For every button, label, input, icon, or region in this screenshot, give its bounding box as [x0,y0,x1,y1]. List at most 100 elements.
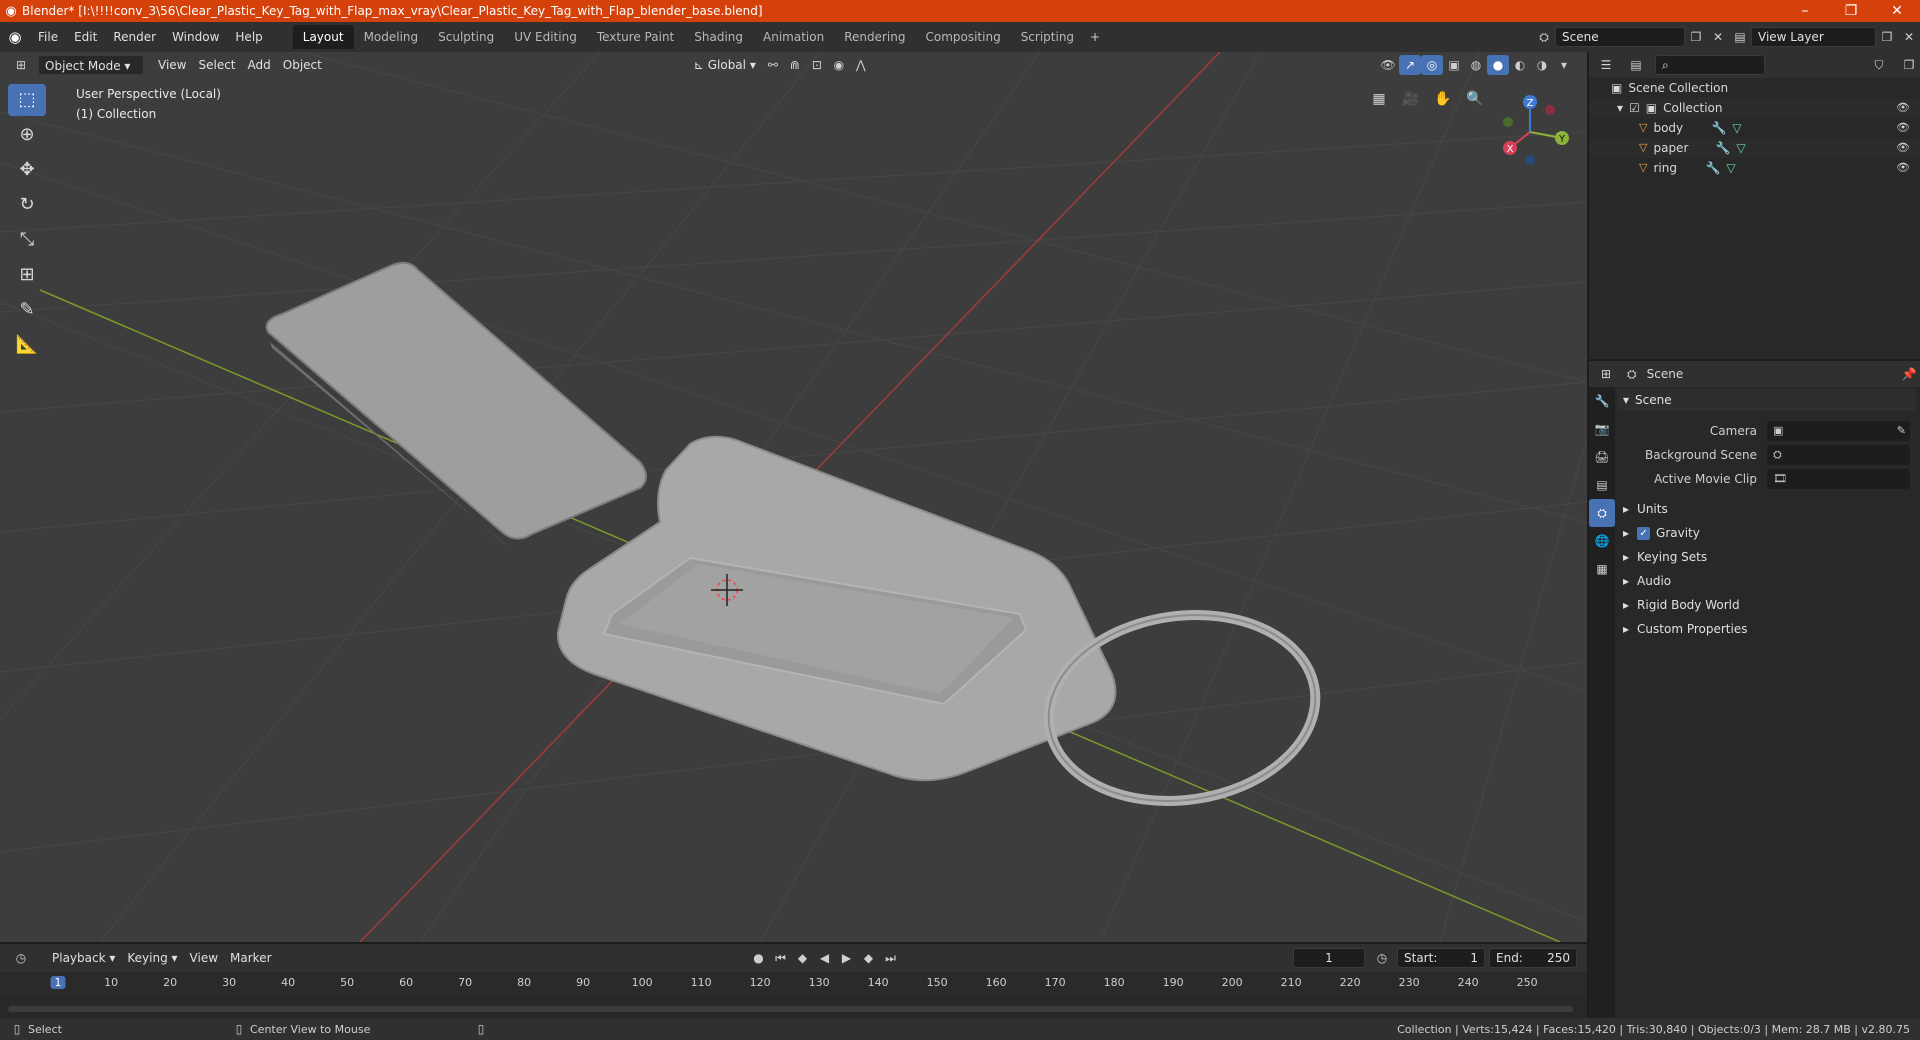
world-tab-icon[interactable]: 🌐 [1589,527,1615,555]
xray-icon[interactable]: ▣ [1443,55,1465,75]
solid-shading-icon[interactable]: ● [1487,55,1509,75]
menu-window[interactable]: Window [164,25,227,49]
move-tool-icon[interactable]: ✥ [8,154,46,186]
editor-type-icon[interactable]: ⊞ [10,55,32,75]
transform-orientation[interactable]: ⊾ Global ▾ [688,55,762,75]
eye-icon[interactable]: 👁 [1896,118,1910,138]
new-collection-icon[interactable]: ❐ [1898,55,1920,75]
scene-section-header[interactable]: ▾ Scene [1617,389,1916,411]
3d-viewport[interactable]: ⊞ Object Mode ▾ View Select Add Object ⊾… [0,52,1587,942]
timeline-ruler[interactable]: 1 10 20 30 40 50 60 70 80 90 100 110 120 130 140 150 160… [0,972,1587,996]
rigid-body-world-panel[interactable]: ▸ Rigid Body World [1617,593,1916,617]
prev-keyframe-icon[interactable]: ◆ [792,948,814,968]
shading-options-icon[interactable]: ▾ [1553,55,1575,75]
camera-field[interactable]: ▣ ✎ [1767,421,1910,441]
current-frame-field[interactable]: 1 [1293,948,1365,968]
tab-rendering[interactable]: Rendering [834,25,915,49]
mesh-data-icon[interactable]: ▽ [1732,118,1741,138]
end-frame-field[interactable]: End: 250 [1489,948,1577,968]
material-shading-icon[interactable]: ◐ [1509,55,1531,75]
gravity-checkbox[interactable]: ✓ [1637,526,1651,540]
snap-target-icon[interactable]: ⊡ [806,55,828,75]
menu-object[interactable]: Object [277,55,328,75]
checkbox-icon[interactable]: ☑ [1629,98,1640,118]
wireframe-shading-icon[interactable]: ◍ [1465,55,1487,75]
annotate-tool-icon[interactable]: ✎ [8,294,46,326]
transform-tool-icon[interactable]: ⊞ [8,259,46,291]
tool-tab-icon[interactable]: 🔧 [1589,387,1615,415]
tab-uv-editing[interactable]: UV Editing [504,25,587,49]
close-icon[interactable]: ✕ [1874,0,1920,22]
menu-marker[interactable]: Marker [224,948,277,968]
overlay-toggle-icon[interactable]: ◎ [1421,55,1443,75]
menu-view[interactable]: View [152,55,192,75]
scale-tool-icon[interactable]: ⤡ [8,224,46,256]
modifier-icon[interactable]: 🔧 [1705,158,1720,178]
tab-scripting[interactable]: Scripting [1011,25,1084,49]
cursor-tool-icon[interactable]: ⊕ [8,119,46,151]
camera-view-icon[interactable]: 🎥 [1398,86,1424,112]
keying-sets-panel[interactable]: ▸ Keying Sets [1617,545,1916,569]
outliner-collection[interactable]: ▾ ☑ ▣ Collection 👁 [1589,98,1920,118]
gizmo-toggle-icon[interactable]: ↗ [1399,55,1421,75]
scene-selector[interactable]: Scene [1555,27,1685,47]
add-workspace-icon[interactable]: + [1084,27,1106,47]
tab-texture-paint[interactable]: Texture Paint [587,25,684,49]
new-view-layer-icon[interactable]: ❐ [1876,27,1898,47]
menu-select[interactable]: Select [192,55,241,75]
snap-icon[interactable]: ⋒ [784,55,806,75]
outliner-item-paper[interactable]: ▽ paper 🔧 ▽ 👁 [1589,138,1920,158]
display-mode-icon[interactable]: ▤ [1625,55,1647,75]
properties-editor-type-icon[interactable]: ⊞ [1595,364,1617,384]
tab-compositing[interactable]: Compositing [915,25,1010,49]
menu-file[interactable]: File [30,25,66,49]
zoom-view-icon[interactable]: 🔍 [1462,86,1488,112]
maximize-icon[interactable]: ❐ [1828,0,1874,22]
filter-icon[interactable]: ⛉ [1868,55,1890,75]
tab-animation[interactable]: Animation [753,25,834,49]
axis-orientation-gizmo[interactable]: Z Y X [1490,88,1570,168]
outliner-editor-type-icon[interactable]: ☰ [1595,55,1617,75]
modifier-icon[interactable]: 🔧 [1711,118,1726,138]
timeline-editor-type-icon[interactable]: ◷ [10,948,32,968]
pivot-icon[interactable]: ⚯ [762,55,784,75]
delete-view-layer-icon[interactable]: ✕ [1898,27,1920,47]
scene-icon[interactable]: ⛭ [1533,27,1555,47]
output-tab-icon[interactable]: 🖨 [1589,443,1615,471]
eyedropper-icon[interactable]: ✎ [1897,421,1910,441]
play-reverse-icon[interactable]: ◀ [814,948,836,968]
next-keyframe-icon[interactable]: ◆ [858,948,880,968]
modifier-icon[interactable]: 🔧 [1715,138,1730,158]
gravity-panel[interactable]: ▸ ✓ Gravity [1617,521,1916,545]
menu-playback[interactable]: Playback ▾ [46,948,121,968]
minimize-icon[interactable]: – [1782,0,1828,22]
expand-icon[interactable]: ▾ [1617,98,1623,118]
menu-render[interactable]: Render [105,25,164,49]
texture-tab-icon[interactable]: ▦ [1589,555,1615,583]
start-frame-field[interactable]: Start: 1 [1397,948,1485,968]
pan-view-icon[interactable]: ✋ [1430,86,1456,112]
mesh-data-icon[interactable]: ▽ [1726,158,1735,178]
eye-icon[interactable]: 👁 [1896,98,1910,118]
menu-keying[interactable]: Keying ▾ [121,948,183,968]
timeline-current-frame-marker[interactable]: 1 [50,976,66,989]
menu-edit[interactable]: Edit [66,25,105,49]
blender-menu-icon[interactable]: ◉ [0,28,30,46]
eye-icon[interactable]: 👁 [1896,158,1910,178]
eye-icon[interactable]: 👁 [1896,138,1910,158]
view-layer-tab-icon[interactable]: ▤ [1589,471,1615,499]
play-icon[interactable]: ▶ [836,948,858,968]
tab-shading[interactable]: Shading [684,25,753,49]
background-scene-field[interactable]: ⛭ [1767,445,1910,465]
mesh-data-icon[interactable]: ▽ [1736,138,1745,158]
measure-tool-icon[interactable]: 📐 [8,329,46,361]
delete-scene-icon[interactable]: ✕ [1707,27,1729,47]
outliner-item-body[interactable]: ▽ body 🔧 ▽ 👁 [1589,118,1920,138]
view-layer-icon[interactable]: ▤ [1729,27,1751,47]
outliner-search-input[interactable]: ⌕ [1655,55,1765,75]
falloff-icon[interactable]: ⋀ [850,55,872,75]
view-layer-selector[interactable]: View Layer [1751,27,1876,47]
record-icon[interactable]: ● [748,948,770,968]
timeline-scrollbar[interactable] [8,1006,1573,1012]
rotate-tool-icon[interactable]: ↻ [8,189,46,221]
